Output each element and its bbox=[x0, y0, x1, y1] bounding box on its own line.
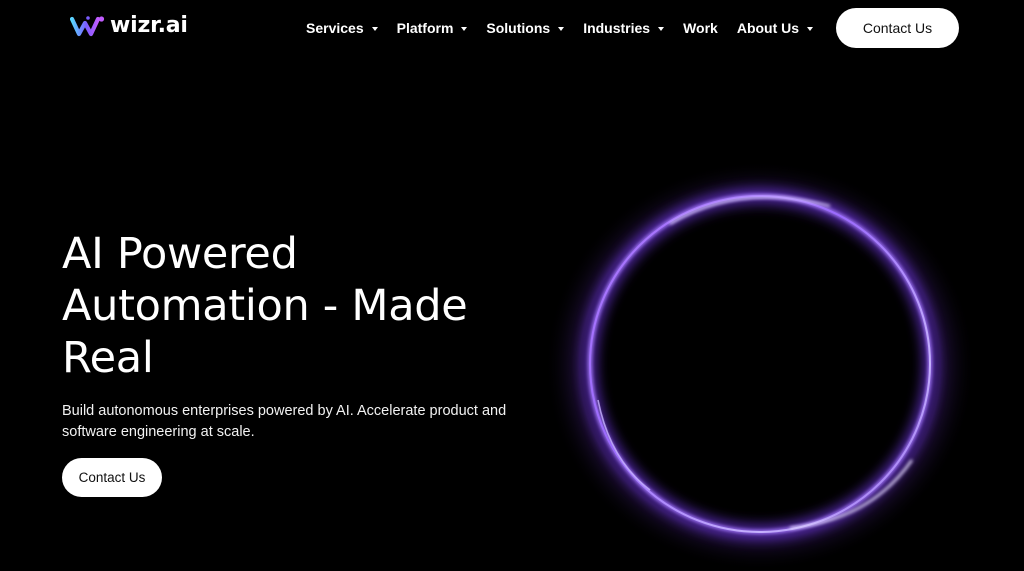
nav-item-label: Platform bbox=[396, 20, 454, 36]
caret-down-icon bbox=[461, 26, 468, 31]
hero-title-line: AI Powered bbox=[62, 229, 298, 279]
page: wizr.ai Services Platform Solutions Indu… bbox=[0, 0, 1024, 571]
wizr-logo-icon bbox=[70, 16, 105, 37]
nav-item-work[interactable]: Work bbox=[683, 20, 718, 36]
glowing-ring-graphic bbox=[545, 161, 975, 571]
hero-title: AI Powered Automation - Made Real bbox=[62, 228, 532, 384]
main-nav: Services Platform Solutions Industries W… bbox=[306, 18, 814, 38]
hero-subtitle-line: software engineering at scale. bbox=[62, 424, 255, 440]
nav-item-label: Solutions bbox=[486, 20, 551, 36]
nav-item-label: Industries bbox=[583, 20, 651, 36]
nav-item-industries[interactable]: Industries bbox=[583, 20, 665, 36]
hero-title-line: Real bbox=[62, 333, 154, 383]
hero-contact-button[interactable]: Contact Us bbox=[62, 458, 162, 497]
nav-item-label: About Us bbox=[736, 20, 800, 36]
nav-item-label: Services bbox=[306, 20, 364, 36]
nav-item-services[interactable]: Services bbox=[306, 20, 378, 36]
site-header: wizr.ai Services Platform Solutions Indu… bbox=[0, 0, 1024, 56]
nav-item-label: Work bbox=[683, 20, 718, 36]
brand-logo[interactable]: wizr.ai bbox=[70, 14, 188, 38]
caret-down-icon bbox=[371, 26, 378, 31]
caret-down-icon bbox=[658, 26, 665, 31]
brand-name: wizr.ai bbox=[110, 13, 188, 38]
nav-item-solutions[interactable]: Solutions bbox=[486, 20, 565, 36]
caret-down-icon bbox=[558, 26, 565, 31]
header-contact-button[interactable]: Contact Us bbox=[836, 8, 959, 48]
hero-subtitle-line: Build autonomous enterprises powered by … bbox=[62, 403, 507, 419]
caret-down-icon bbox=[807, 26, 814, 31]
nav-item-about-us[interactable]: About Us bbox=[736, 20, 814, 36]
hero-subtitle: Build autonomous enterprises powered by … bbox=[62, 401, 552, 443]
hero-title-line: Automation - Made bbox=[62, 281, 468, 331]
nav-item-platform[interactable]: Platform bbox=[397, 20, 468, 36]
